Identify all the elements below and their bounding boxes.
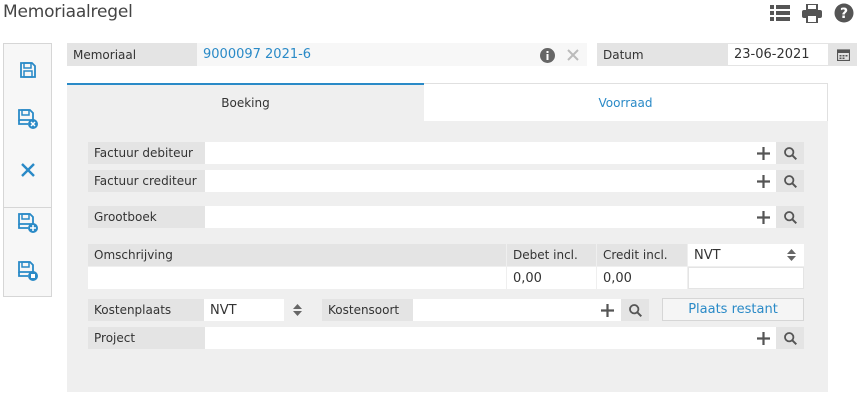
calendar-icon[interactable] xyxy=(829,43,857,66)
add-icon[interactable] xyxy=(596,299,618,321)
save-icon[interactable] xyxy=(4,50,51,90)
add-icon[interactable] xyxy=(752,327,774,349)
list-icon[interactable] xyxy=(769,2,791,24)
grootboek-input[interactable] xyxy=(205,206,776,228)
svg-text:?: ? xyxy=(840,6,848,22)
tab-voorraad[interactable]: Voorraad xyxy=(424,83,828,121)
datum-input[interactable]: 23-06-2021 xyxy=(727,43,829,66)
factuur-debiteur-input[interactable] xyxy=(205,142,776,164)
grootboek-label: Grootboek xyxy=(88,206,205,228)
omschrijving-input[interactable] xyxy=(88,267,506,289)
tab-bar: Boeking Voorraad xyxy=(67,83,828,121)
kostensoort-label: Kostensoort xyxy=(322,299,413,321)
factuur-debiteur-label: Factuur debiteur xyxy=(88,142,205,164)
debet-input[interactable]: 0,00 xyxy=(507,267,596,289)
factuur-crediteur-label: Factuur crediteur xyxy=(88,170,205,192)
debet-label: Debet incl. xyxy=(507,244,596,266)
cancel-icon[interactable] xyxy=(4,150,51,190)
btw-extra-field[interactable] xyxy=(688,267,804,289)
plaats-restant-button[interactable]: Plaats restant xyxy=(662,298,804,321)
project-label: Project xyxy=(88,327,205,349)
factuur-crediteur-input[interactable] xyxy=(205,170,776,192)
add-icon[interactable] xyxy=(752,142,774,164)
memoriaal-link[interactable]: 9000097 2021-6 xyxy=(203,47,311,62)
kostenplaats-label: Kostenplaats xyxy=(88,299,204,321)
search-icon[interactable] xyxy=(776,327,804,349)
credit-input[interactable]: 0,00 xyxy=(597,267,687,289)
info-icon[interactable] xyxy=(536,44,558,66)
print-icon[interactable] xyxy=(801,2,823,24)
memoriaal-label: Memoriaal xyxy=(67,43,197,66)
memoriaal-field: 9000097 2021-6 xyxy=(197,43,587,66)
search-icon[interactable] xyxy=(776,142,804,164)
page-title: Memoriaalregel xyxy=(3,2,133,22)
save-new-icon[interactable] xyxy=(4,203,51,243)
datum-label: Datum xyxy=(597,43,727,66)
btw-select[interactable]: NVT xyxy=(688,244,778,266)
kostensoort-input[interactable] xyxy=(413,299,621,321)
add-icon[interactable] xyxy=(752,206,774,228)
project-input[interactable] xyxy=(205,327,776,349)
search-icon[interactable] xyxy=(776,206,804,228)
save-close-icon[interactable] xyxy=(4,99,51,139)
top-toolbar: ? xyxy=(769,2,855,24)
credit-label: Credit incl. xyxy=(597,244,687,266)
tab-boeking[interactable]: Boeking xyxy=(67,83,424,121)
help-icon[interactable]: ? xyxy=(833,2,855,24)
add-icon[interactable] xyxy=(752,170,774,192)
omschrijving-label: Omschrijving xyxy=(88,244,506,266)
clear-icon[interactable] xyxy=(562,44,584,66)
action-sidebar xyxy=(3,43,52,297)
search-icon[interactable] xyxy=(621,299,649,321)
select-arrows-icon[interactable] xyxy=(778,244,804,266)
search-icon[interactable] xyxy=(776,170,804,192)
save-copy-icon[interactable] xyxy=(4,251,51,291)
kostenplaats-select[interactable]: NVT xyxy=(204,299,284,321)
select-arrows-icon[interactable] xyxy=(284,299,310,321)
